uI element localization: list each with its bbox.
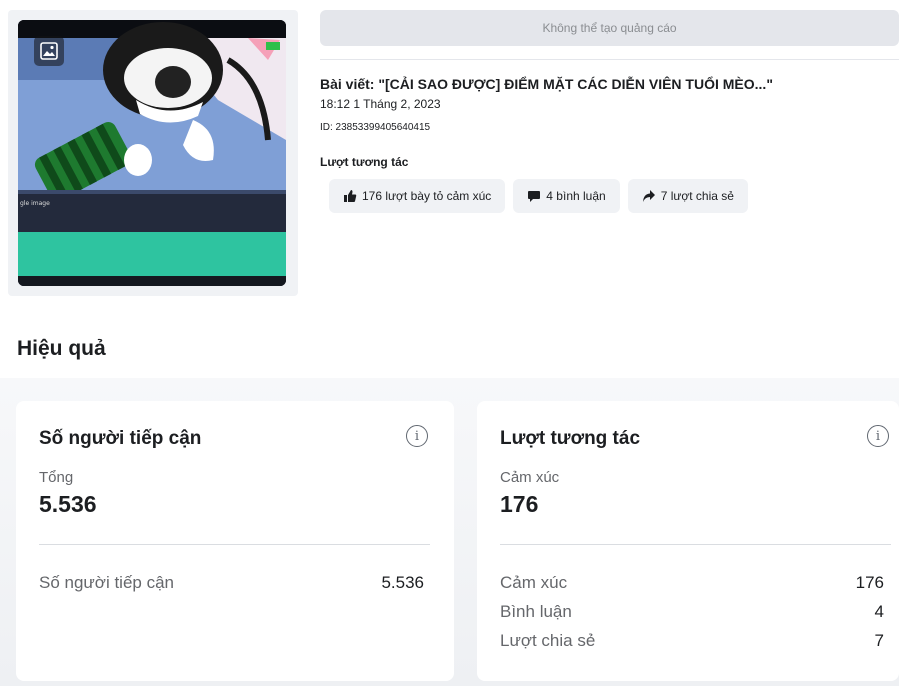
shares-chip-label: 7 lượt chia sẻ bbox=[660, 189, 734, 203]
divider bbox=[39, 544, 430, 545]
interaction-chips: 176 lượt bày tỏ cảm xúc 4 bình luận 7 lư… bbox=[329, 179, 748, 213]
reach-card: Số người tiếp cận i Tổng 5.536 Số người … bbox=[16, 401, 454, 681]
metric-value: 5.536 bbox=[381, 573, 424, 592]
comments-chip[interactable]: 4 bình luận bbox=[513, 179, 620, 213]
post-insights-page: gle image Không thể tạo quảng cáo Bài vi… bbox=[0, 0, 899, 686]
thumbnail-caption: gle image bbox=[20, 200, 50, 207]
comment-icon bbox=[528, 191, 541, 202]
metric-value: 176 bbox=[855, 573, 884, 592]
metric-row: Số người tiếp cận 5.536 bbox=[39, 573, 424, 593]
post-title: Bài viết: "[CẢI SAO ĐƯỢC] ĐIỂM MẶT CÁC D… bbox=[320, 76, 773, 92]
engagement-sub-label: Cảm xúc bbox=[500, 469, 560, 486]
post-id: ID: 23853399405640415 bbox=[320, 122, 431, 133]
post-thumbnail[interactable]: gle image bbox=[18, 20, 286, 286]
metric-row: Bình luận 4 bbox=[500, 602, 884, 622]
shares-chip[interactable]: 7 lượt chia sẻ bbox=[627, 179, 748, 213]
create-ad-disabled-button[interactable]: Không thể tạo quảng cáo bbox=[320, 10, 899, 46]
share-icon bbox=[642, 190, 655, 202]
metric-label: Bình luận bbox=[500, 602, 572, 621]
interaction-label: Lượt tương tác bbox=[320, 155, 409, 169]
post-timestamp: 18:12 1 Tháng 2, 2023 bbox=[320, 97, 441, 111]
post-thumbnail-frame: gle image bbox=[8, 10, 298, 296]
metric-row: Cảm xúc 176 bbox=[500, 573, 884, 593]
engagement-card: Lượt tương tác i Cảm xúc 176 Cảm xúc 176… bbox=[477, 401, 899, 681]
reach-total-label: Tổng bbox=[39, 469, 74, 486]
reactions-chip[interactable]: 176 lượt bày tỏ cảm xúc bbox=[329, 179, 506, 213]
metric-value: 4 bbox=[874, 602, 884, 621]
divider bbox=[500, 544, 891, 545]
performance-heading: Hiệu quả bbox=[17, 337, 106, 360]
metric-label: Cảm xúc bbox=[500, 573, 568, 592]
metric-label: Số người tiếp cận bbox=[39, 573, 174, 592]
metric-value: 7 bbox=[874, 631, 884, 650]
metric-label: Lượt chia sẻ bbox=[500, 631, 596, 650]
thumbs-up-icon bbox=[344, 190, 357, 202]
image-icon bbox=[34, 36, 64, 66]
comments-chip-label: 4 bình luận bbox=[546, 189, 606, 203]
info-icon[interactable]: i bbox=[867, 425, 889, 447]
engagement-card-title: Lượt tương tác bbox=[500, 428, 641, 449]
reach-card-title: Số người tiếp cận bbox=[39, 428, 202, 449]
metric-row: Lượt chia sẻ 7 bbox=[500, 631, 884, 651]
engagement-big-value: 176 bbox=[500, 491, 539, 517]
reach-total-value: 5.536 bbox=[39, 491, 97, 517]
info-icon[interactable]: i bbox=[406, 425, 428, 447]
reactions-chip-label: 176 lượt bày tỏ cảm xúc bbox=[362, 189, 492, 203]
divider bbox=[320, 59, 899, 60]
